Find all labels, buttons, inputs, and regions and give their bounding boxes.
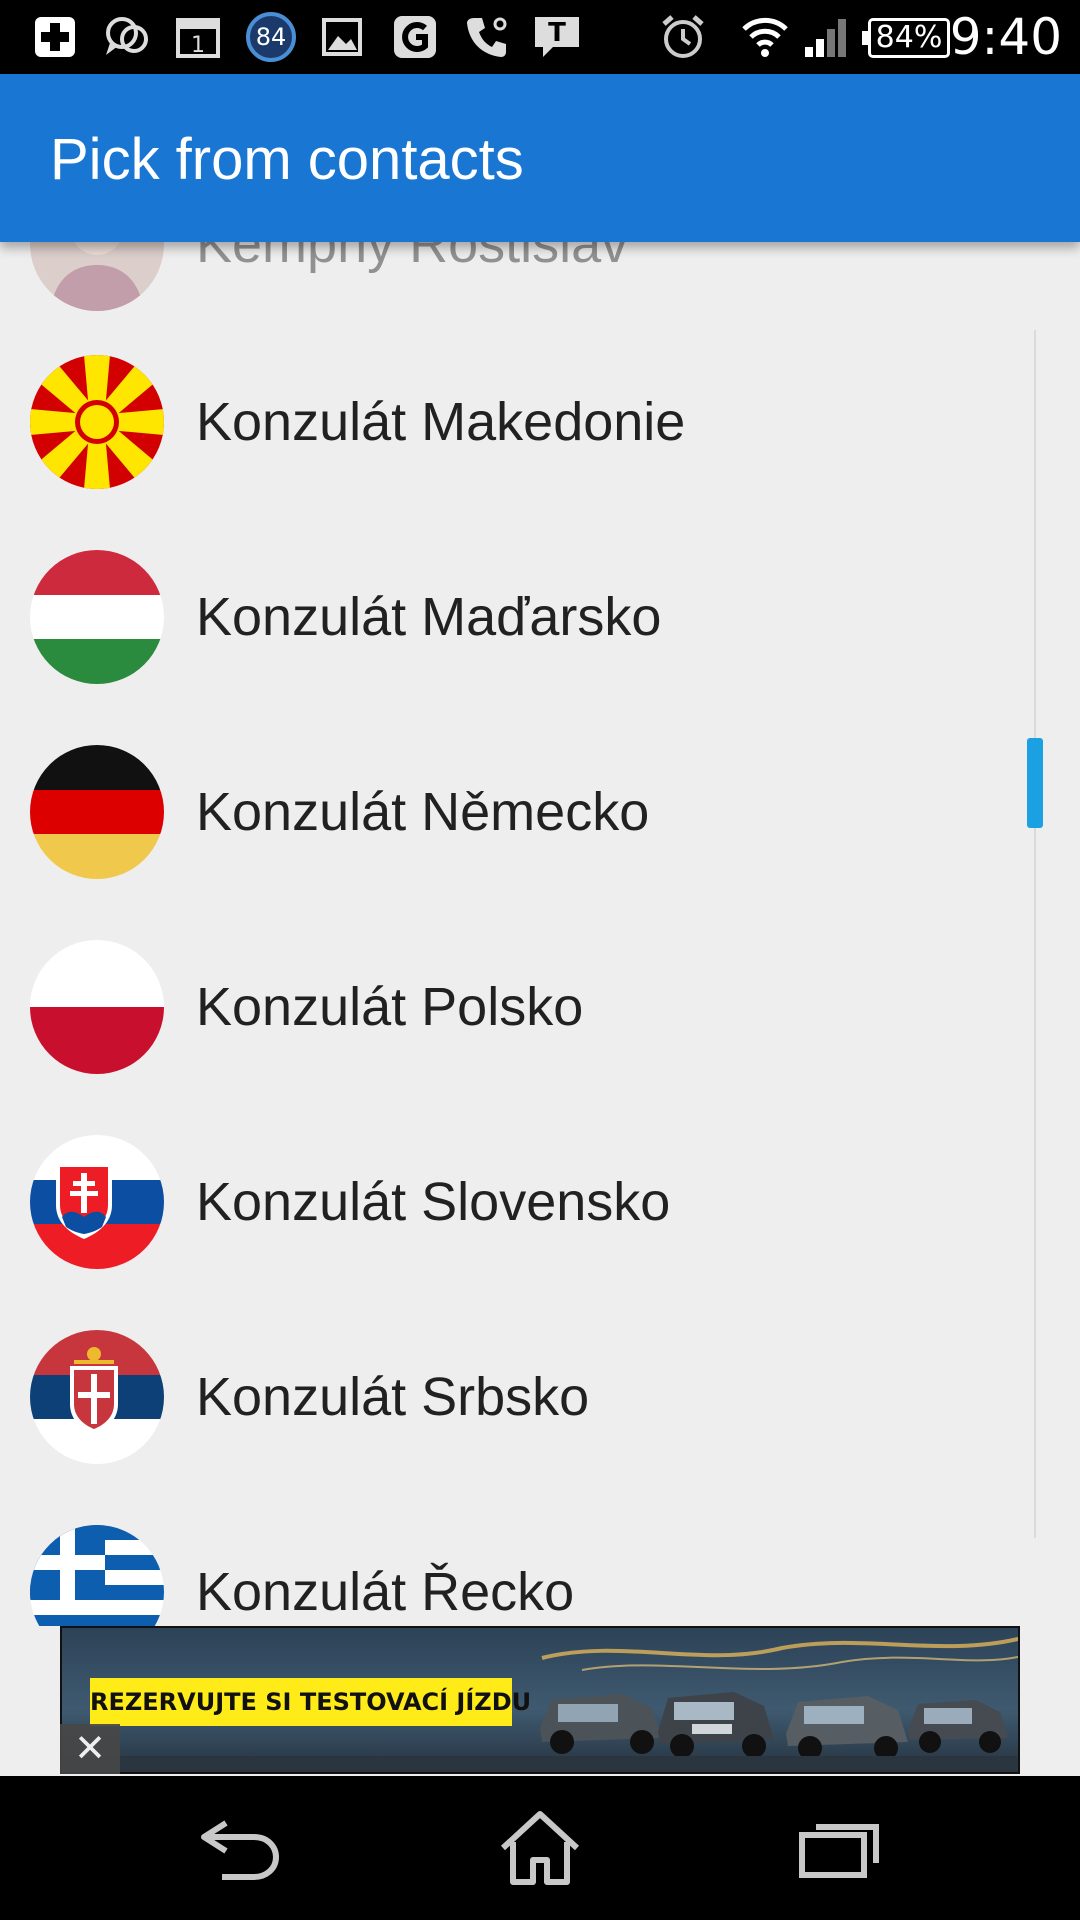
list-item[interactable]: Konzulát Polsko [0,940,1030,1135]
flag-greece-icon [30,1525,164,1626]
list-item[interactable]: Kemphy Rostislav [0,242,1030,372]
navigation-bar [0,1776,1080,1920]
chat-bubble-icon [100,12,154,62]
contact-name: Konzulát Polsko [196,977,584,1037]
list-item[interactable]: Konzulát Maďarsko [0,550,1030,745]
flag-germany-icon [30,745,164,879]
scrollbar-track [1034,330,1036,1538]
avatar [30,1525,164,1626]
svg-text:T: T [548,18,566,48]
contact-name: Konzulát Maďarsko [196,587,662,647]
ad-cta-button[interactable]: REZERVUJTE SI TESTOVACÍ JÍZDU [90,1678,531,1726]
avatar [30,550,164,684]
avatar [30,242,164,311]
contact-name: Konzulát Makedonie [196,392,686,452]
flag-poland-icon [30,940,164,1074]
contact-name: Konzulát Řecko [196,1562,575,1622]
avatar [30,745,164,879]
clock: 9:40 [949,8,1062,66]
list-item[interactable]: Konzulát Makedonie [0,355,1030,550]
medical-cross-icon [30,12,80,62]
list-item[interactable]: Konzulát Německo [0,745,1030,940]
phone-settings-icon [462,12,512,62]
signal-icon [802,12,852,62]
scrollbar-thumb[interactable] [1027,738,1043,828]
avatar [30,355,164,489]
home-icon[interactable] [485,1798,595,1898]
circle-badge-icon: 84 [246,12,296,62]
recent-apps-icon[interactable] [784,1798,894,1898]
contact-name: Konzulát Srbsko [196,1367,590,1427]
contact-list[interactable]: Kemphy Rostislav Konzulát Makedonie Konz… [0,242,1080,1626]
t-message-icon: T [530,12,584,62]
status-bar: 1 84 T 84% 9:40 [0,0,1080,74]
battery-icon: 84% [862,18,950,58]
list-item[interactable]: Konzulát Srbsko [0,1330,1030,1525]
close-icon[interactable]: ✕ [60,1724,120,1774]
avatar [30,1330,164,1464]
flag-serbia-icon [30,1330,164,1464]
page-title: Pick from contacts [50,127,524,192]
badge-count: 84 [255,23,287,51]
person-photo-icon [30,242,164,311]
contact-name: Konzulát Slovensko [196,1172,671,1232]
g-app-icon [390,12,440,62]
avatar [30,940,164,1074]
image-icon [320,12,364,62]
calendar-icon: 1 [174,12,222,62]
flag-macedonia-icon [30,355,164,489]
back-icon[interactable] [186,1798,296,1898]
calendar-day: 1 [191,33,205,58]
avatar [30,1135,164,1269]
list-item[interactable]: Konzulát Slovensko [0,1135,1030,1330]
contact-name: Kemphy Rostislav [196,242,629,274]
flag-slovakia-icon [30,1135,164,1269]
list-item[interactable]: Konzulát Řecko [0,1525,1030,1626]
wifi-icon [738,12,792,62]
contact-name: Konzulát Německo [196,782,650,842]
battery-level: 84% [875,20,943,55]
ad-banner[interactable]: REZERVUJTE SI TESTOVACÍ JÍZDU [60,1626,1020,1774]
app-bar: Pick from contacts [0,74,1080,242]
alarm-icon [656,12,710,62]
flag-hungary-icon [30,550,164,684]
